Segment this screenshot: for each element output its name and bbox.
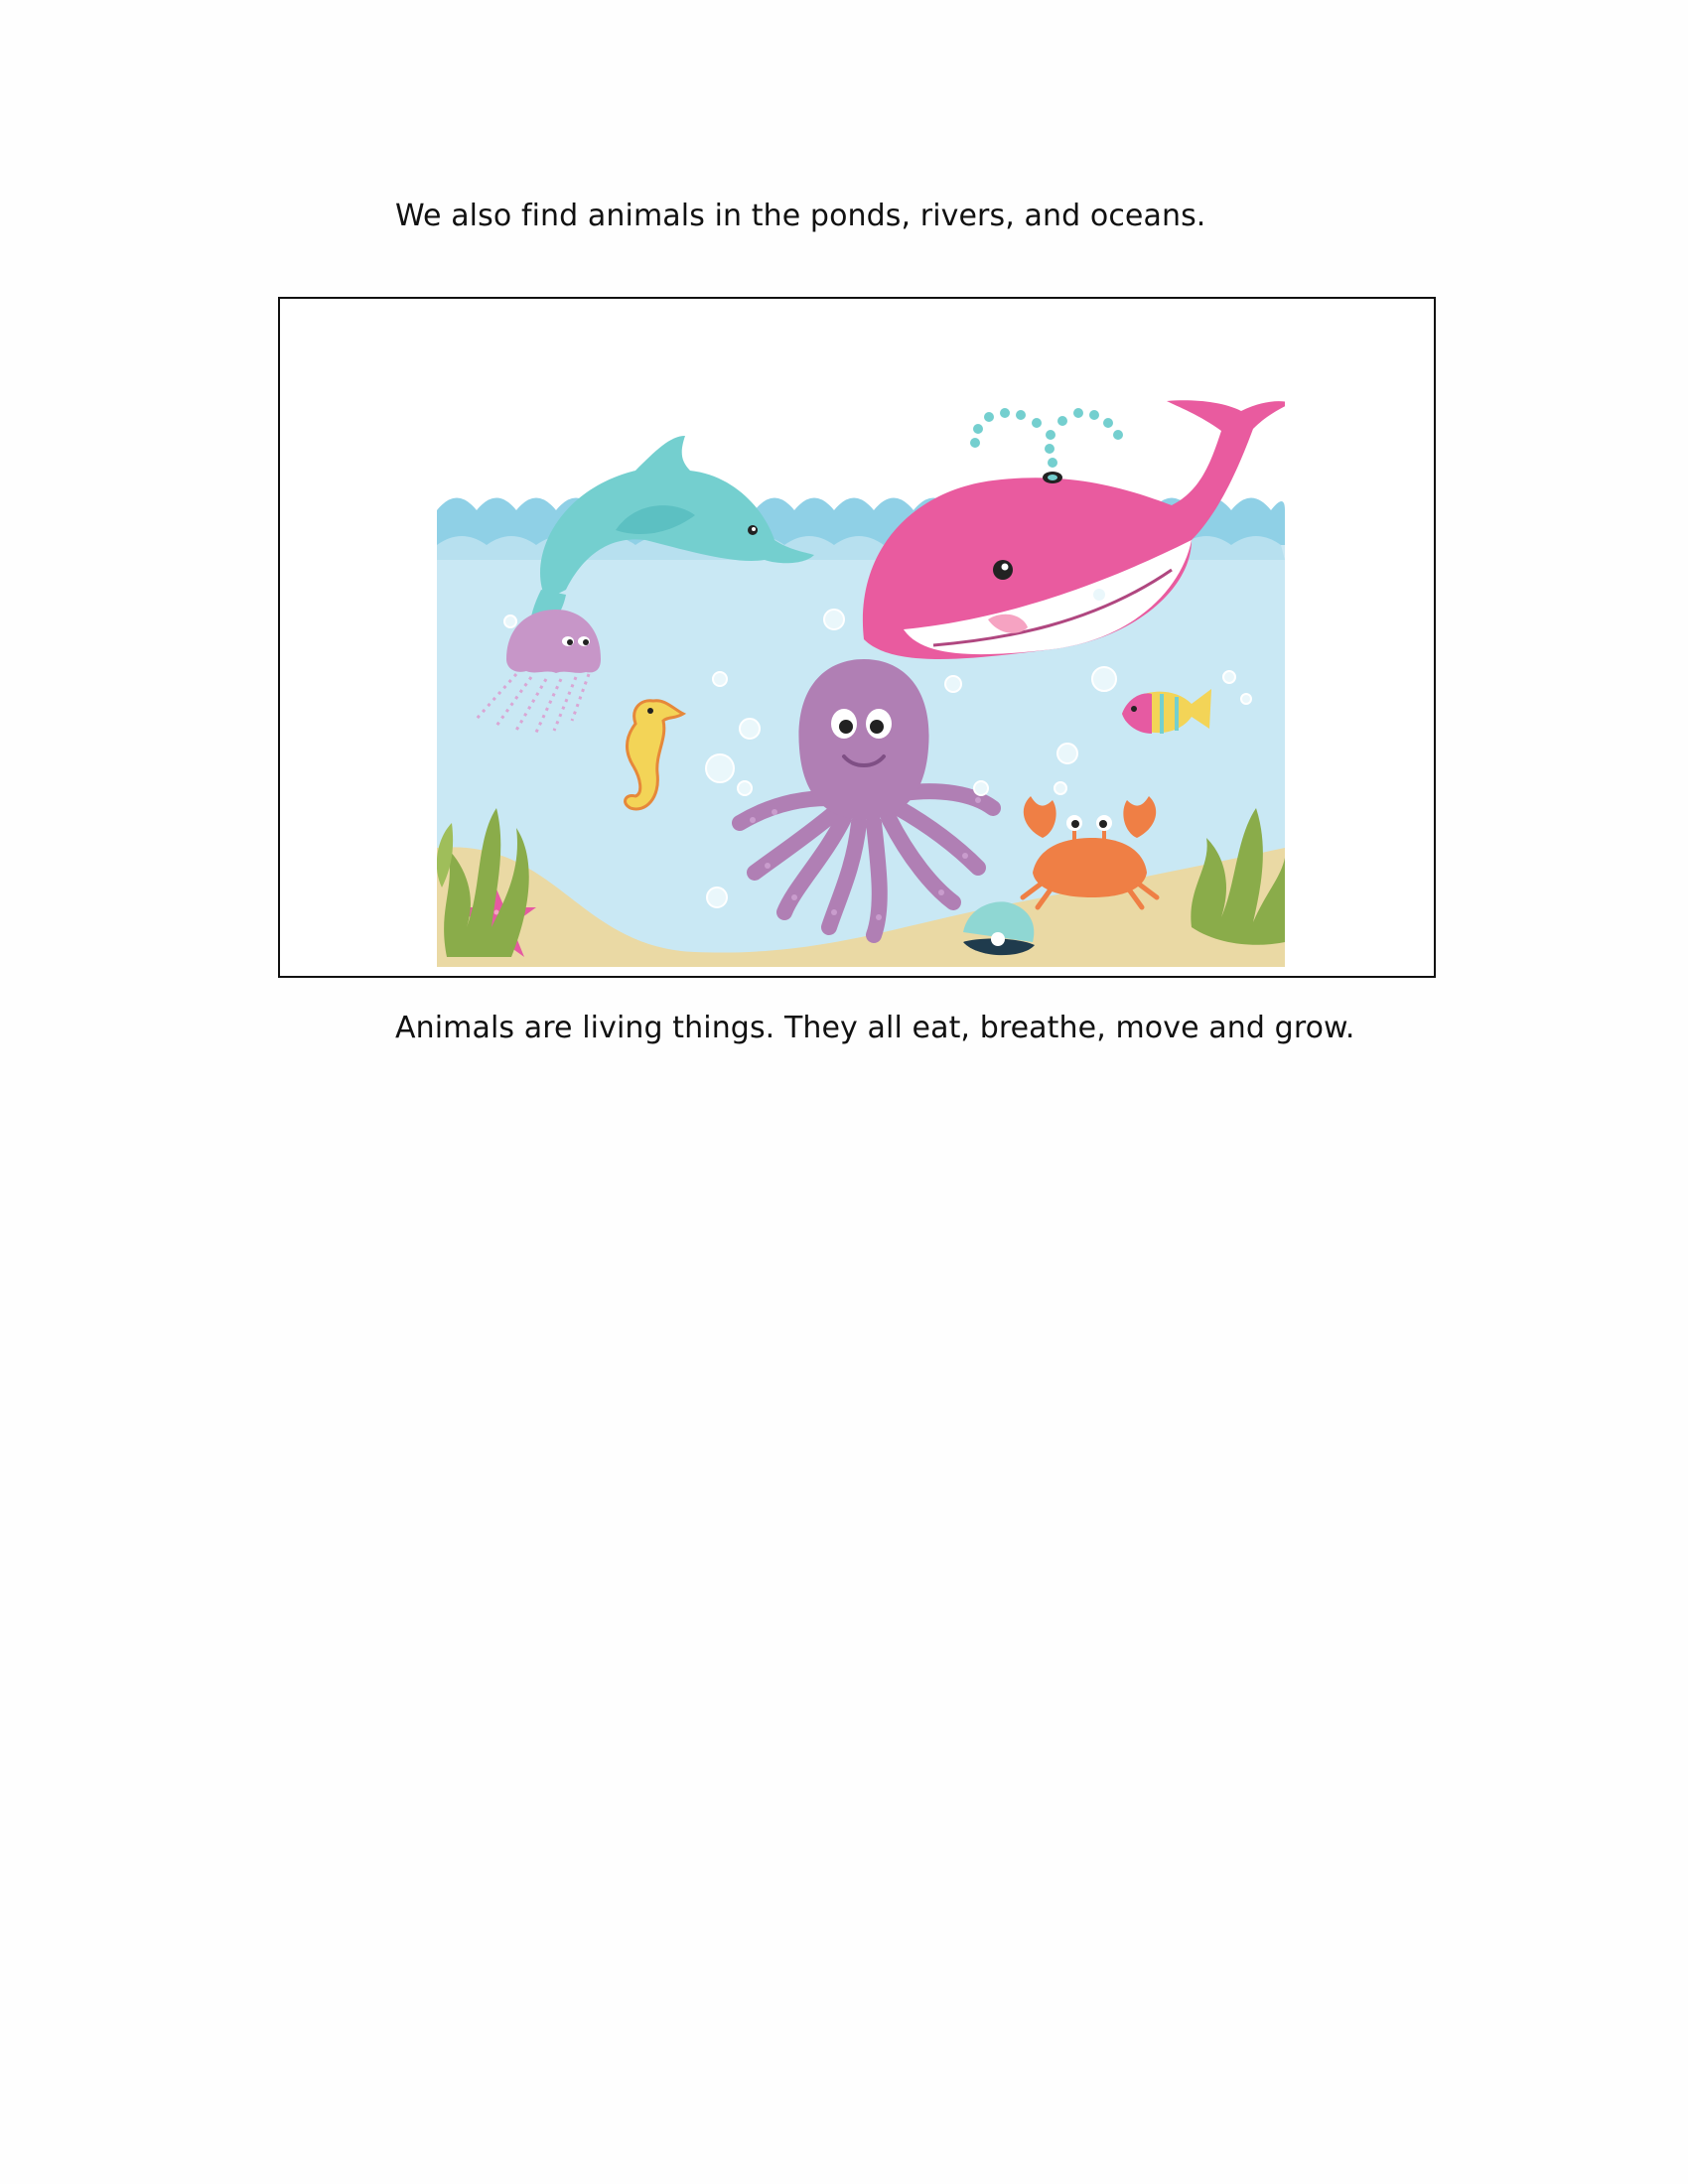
ocean-illustration [437, 371, 1285, 967]
outro-paragraph: Animals are living things. They all eat,… [395, 1011, 1355, 1045]
intro-paragraph: We also find animals in the ponds, river… [395, 199, 1206, 233]
ocean-illustration-frame [278, 297, 1436, 978]
